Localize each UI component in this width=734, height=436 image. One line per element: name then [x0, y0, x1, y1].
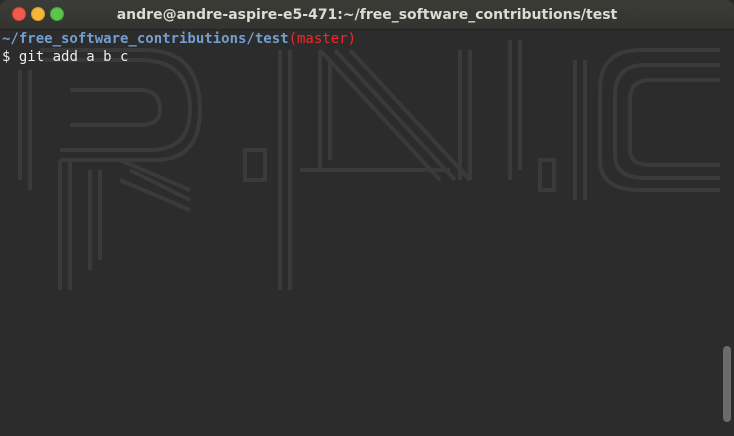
prompt-line: ~/free_software_contributions/test(maste…: [2, 30, 356, 48]
wallpaper-logo-art: [18, 40, 720, 290]
title-bar[interactable]: andre@andre-aspire-e5-471:~/free_softwar…: [0, 0, 734, 30]
prompt-path: ~/free_software_contributions/test: [2, 31, 289, 47]
command-text: git add a b c: [18, 49, 129, 65]
command-line: $ git add a b c: [2, 48, 128, 66]
scrollbar[interactable]: [722, 30, 734, 436]
scroll-thumb[interactable]: [723, 346, 731, 422]
terminal-window: andre@andre-aspire-e5-471:~/free_softwar…: [0, 0, 734, 436]
window-title: andre@andre-aspire-e5-471:~/free_softwar…: [116, 7, 618, 23]
terminal-area[interactable]: ~/free_software_contributions/test(maste…: [0, 30, 734, 436]
prompt-branch: (master): [288, 31, 357, 47]
